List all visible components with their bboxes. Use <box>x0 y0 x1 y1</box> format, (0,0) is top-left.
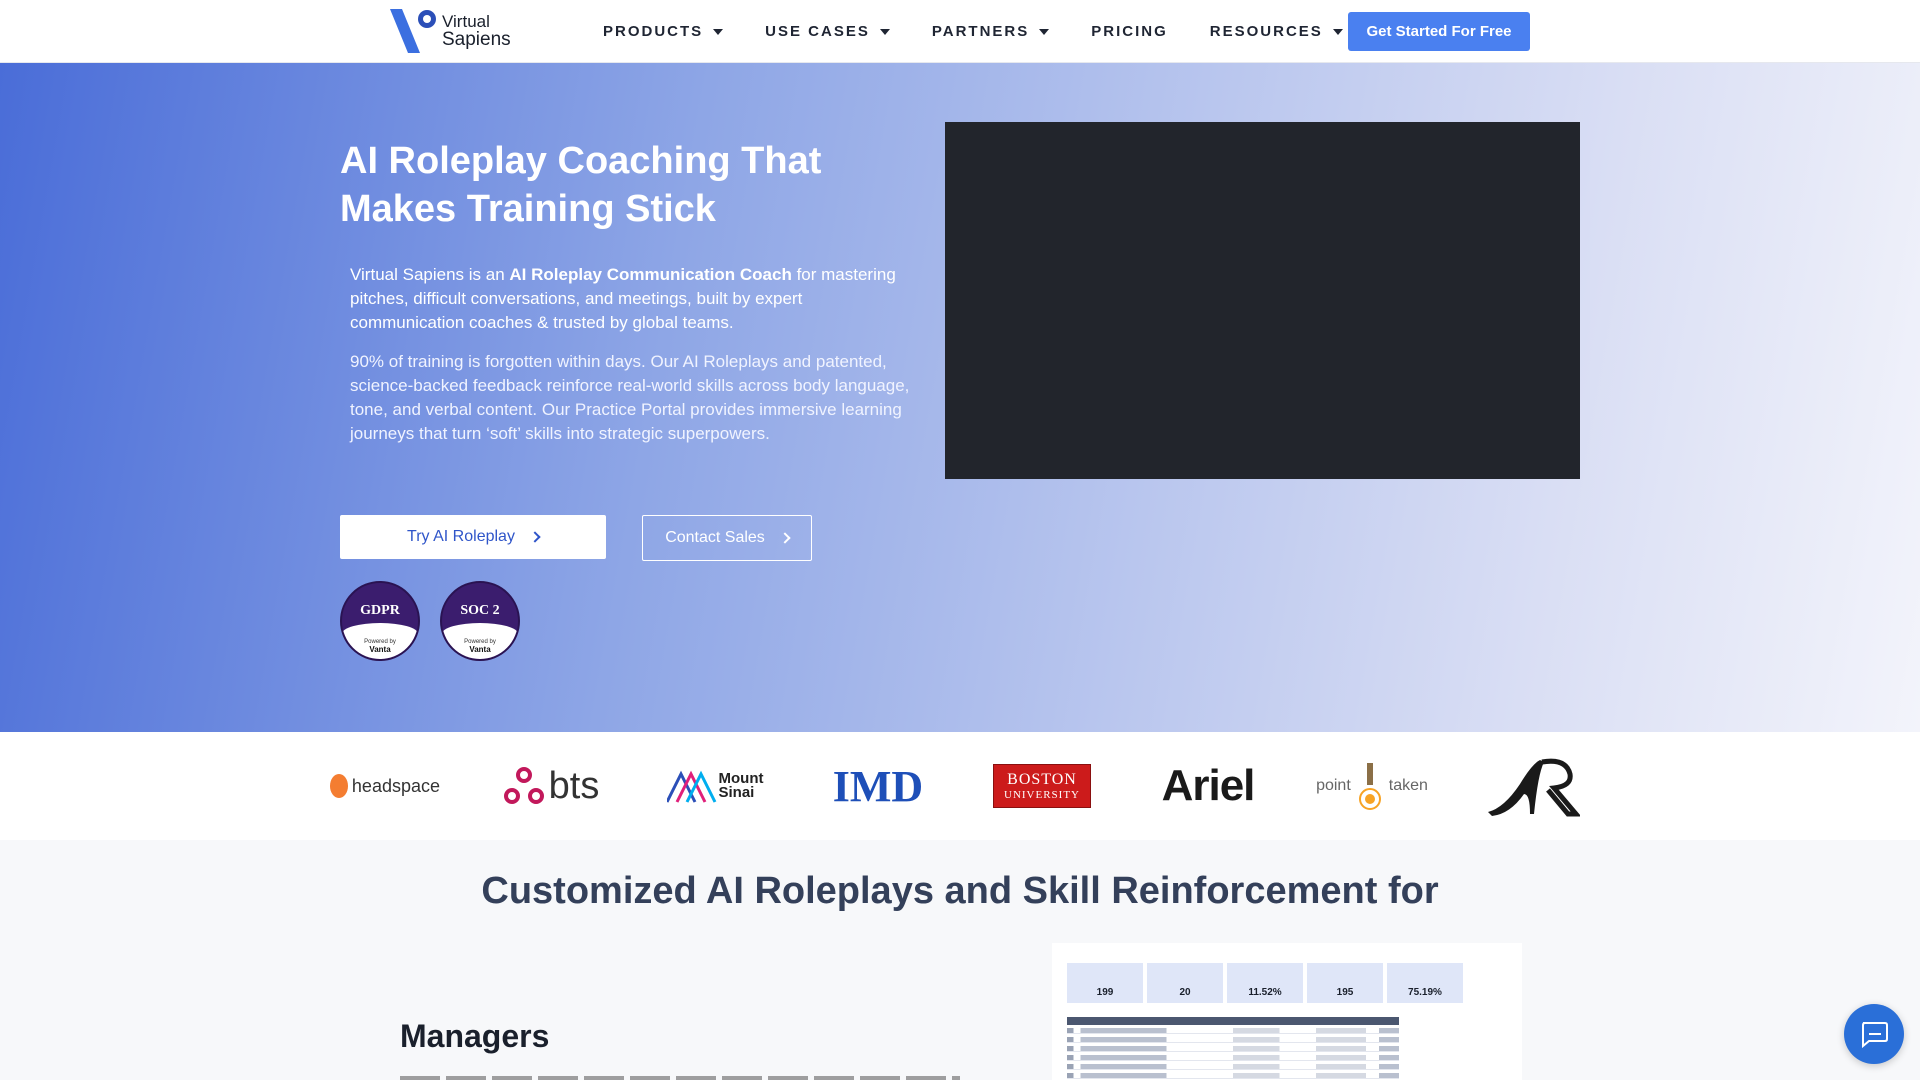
dashboard-stat-cards: 199 20 11.52% 195 75.19% <box>1067 963 1463 1003</box>
bu-boston-text: BOSTON <box>1007 771 1077 788</box>
table-row <box>1067 1037 1399 1043</box>
caret-down-icon <box>1332 28 1343 35</box>
mount-sinai-text: Mount Sinai <box>718 771 764 801</box>
ariel-text: Ariel <box>1161 761 1256 810</box>
table-header <box>1067 1017 1399 1025</box>
hero-section: AI Roleplay Coaching That Makes Training… <box>0 63 1920 732</box>
main-nav: PRODUCTS USE CASES PARTNERS PRICING RESO… <box>603 0 1385 63</box>
get-started-button[interactable]: Get Started For Free <box>1348 12 1530 51</box>
table-row <box>1067 1064 1399 1070</box>
taken-text: taken <box>1388 777 1428 794</box>
headspace-text: headspace <box>351 775 440 796</box>
hero-description: 90% of training is forgotten within days… <box>350 352 910 443</box>
stat-card: 20 <box>1147 963 1223 1003</box>
table-row <box>1067 1046 1399 1052</box>
stat-card: 11.52% <box>1227 963 1303 1003</box>
nav-label: PRICING <box>1091 23 1168 40</box>
brand-name: Virtual Sapiens <box>442 13 511 50</box>
badge-label: GDPR <box>360 603 400 618</box>
analytics-dashboard-image: 199 20 11.52% 195 75.19% <box>1052 943 1522 1080</box>
mount-sinai-peaks-icon <box>666 770 716 803</box>
bts-dots-icon <box>503 767 544 804</box>
hero-intro: Virtual Sapiens is an AI Roleplay Commun… <box>350 263 920 335</box>
gdpr-badge: GDPR Powered by Vanta <box>340 581 420 661</box>
text-line <box>400 1076 960 1080</box>
point-taken-logo: point taken <box>1314 732 1430 840</box>
nav-label: PRODUCTS <box>603 23 704 40</box>
nav-item-pricing[interactable]: PRICING <box>1091 23 1168 40</box>
nav-label: USE CASES <box>765 23 870 40</box>
nav-item-use-cases[interactable]: USE CASES <box>765 23 890 40</box>
imd-logo: IMD <box>826 732 930 840</box>
nav-item-products[interactable]: PRODUCTS <box>603 23 724 40</box>
headspace-dot-icon <box>330 774 348 798</box>
bts-logo: bts <box>496 732 606 840</box>
contact-label: Contact Sales <box>665 529 765 546</box>
mount-sinai-logo: Mount Sinai <box>660 732 770 840</box>
hero-title: AI Roleplay Coaching That Makes Training… <box>340 140 822 230</box>
shoe-brand-logo <box>1484 732 1580 840</box>
caret-down-icon <box>1039 28 1050 35</box>
caret-down-icon <box>879 28 890 35</box>
high-heel-shoe-icon <box>1488 758 1580 817</box>
chat-widget-button[interactable] <box>1844 1004 1904 1064</box>
virtual-sapiens-logo-icon <box>390 9 436 53</box>
chevron-right-icon <box>779 532 791 544</box>
bu-university-text: UNIVERSITY <box>1004 789 1080 801</box>
point-text: point <box>1316 777 1351 794</box>
stat-card: 195 <box>1307 963 1383 1003</box>
ariel-logo: Ariel <box>1156 732 1260 840</box>
bts-text: bts <box>548 764 600 807</box>
table-row <box>1067 1073 1399 1079</box>
use-cases-section: Customized AI Roleplays and Skill Reinfo… <box>0 840 1920 1080</box>
client-logos-strip: headspace bts Mount Sinai IMD BOSTON UNIV… <box>0 732 1920 840</box>
chevron-right-icon <box>529 531 541 543</box>
headspace-logo: headspace <box>330 732 440 840</box>
hero-intro-pre: Virtual Sapiens is an <box>350 265 510 284</box>
badge-label: SOC 2 <box>460 603 500 618</box>
try-label: Try AI Roleplay <box>407 528 515 545</box>
stat-card: 75.19% <box>1387 963 1463 1003</box>
chat-bubble-icon <box>1862 1022 1888 1048</box>
table-row <box>1067 1055 1399 1061</box>
sinai-text: Sinai <box>718 784 755 801</box>
section-title: Customized AI Roleplays and Skill Reinfo… <box>481 870 1439 912</box>
dashboard-table <box>1067 1017 1399 1080</box>
nav-label: RESOURCES <box>1209 23 1323 40</box>
contact-sales-button[interactable]: Contact Sales <box>642 515 812 561</box>
brand-name-line2: Sapiens <box>442 29 511 50</box>
badge-vendor: Vanta <box>369 645 391 654</box>
section-text-cutoff <box>400 1072 960 1080</box>
table-row <box>1067 1028 1399 1034</box>
section-subtitle: Managers <box>400 1018 550 1054</box>
boston-university-logo: BOSTON UNIVERSITY <box>992 732 1092 840</box>
bu-box: BOSTON UNIVERSITY <box>993 764 1091 808</box>
nav-item-resources[interactable]: RESOURCES <box>1210 23 1343 40</box>
hero-intro-bold: AI Roleplay Communication Coach <box>509 265 792 284</box>
nav-item-partners[interactable]: PARTNERS <box>931 23 1050 40</box>
point-taken-mark-icon <box>1358 763 1381 810</box>
brand-logo[interactable]: Virtual Sapiens <box>390 9 511 53</box>
try-ai-roleplay-button[interactable]: Try AI Roleplay <box>340 515 606 559</box>
site-header: Virtual Sapiens PRODUCTS USE CASES PARTN… <box>0 0 1920 63</box>
imd-text: IMD <box>832 761 924 811</box>
nav-label: PARTNERS <box>931 23 1030 40</box>
hero-video-player[interactable] <box>945 122 1580 479</box>
stat-card: 199 <box>1067 963 1143 1003</box>
caret-down-icon <box>713 28 724 35</box>
soc2-badge: SOC 2 Powered by Vanta <box>440 581 520 661</box>
badge-vendor: Vanta <box>469 645 491 654</box>
